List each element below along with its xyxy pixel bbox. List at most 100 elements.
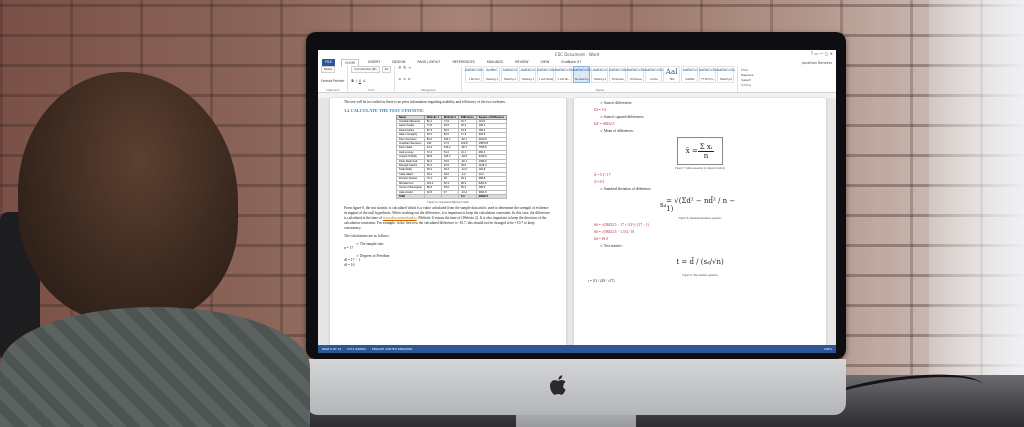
mean-numerator: Σ xᵢ: [697, 142, 715, 152]
style-sample: AaBbCcDc: [572, 68, 592, 72]
window-controls[interactable]: ? ▭ — ▢ ✕: [811, 51, 833, 56]
style-12[interactable]: AaBbCcI Subtitle: [681, 66, 699, 83]
style-sample: AaBbCcDc: [644, 68, 664, 72]
style-sample: AaBbCcI: [502, 68, 518, 72]
style-name: Heading 2: [503, 78, 517, 81]
style-11[interactable]: AaI Title: [663, 66, 681, 83]
page-right[interactable]: ➢ Sum of differences: Σd = 5.3 ➢ Sum of …: [574, 98, 826, 345]
underline-button[interactable]: U: [359, 79, 361, 83]
website-link[interactable]: www.discoverireland.ie: [383, 216, 417, 220]
sd-equation: sd = √(Σd² − nd̄² / n − 1): [660, 197, 736, 213]
style-name: Heading 3: [521, 78, 535, 81]
monitor-stand: [516, 415, 636, 427]
editing-label: Editing: [741, 83, 752, 87]
bullet-squared: ➢ Sum of squared differences:: [600, 115, 645, 119]
style-name: Emphasis: [630, 78, 642, 81]
style-6[interactable]: AaBbCcDc No Spacing: [572, 66, 592, 83]
replace-button[interactable]: Replace: [741, 73, 753, 77]
table-cell: 38432.5: [475, 193, 508, 200]
style-10[interactable]: AaBbCcDc Quote: [644, 66, 664, 83]
dbar-expression: d̄ = 5.3 / 17: [594, 173, 611, 177]
bullets-icon[interactable]: ☰: [398, 66, 401, 70]
monitor-chin: [306, 359, 846, 415]
language[interactable]: ENGLISH (UNITED KINGDOM): [372, 347, 413, 351]
tab-endnote[interactable]: EndNote X7: [558, 59, 584, 66]
tab-page-layout[interactable]: PAGE LAYOUT: [414, 59, 443, 66]
font-name-select[interactable]: Constantia (Bo: [351, 66, 380, 73]
word-count[interactable]: 2372 WORDS: [347, 347, 366, 351]
table-header-cell: Difference: [457, 115, 477, 120]
style-13[interactable]: AaBbCcDc TT Std Hy...: [698, 66, 718, 83]
align-center-icon[interactable]: ≡: [403, 77, 406, 81]
style-8[interactable]: AaBbCcDc Emphasis: [608, 66, 628, 83]
justify-icon[interactable]: ≡: [408, 77, 411, 81]
bullet-sq-text: Sum of squared differences:: [603, 115, 645, 119]
style-7[interactable]: AaBbCcI Heading 4: [591, 66, 609, 83]
style-name: No Spacing: [575, 78, 589, 81]
numbering-icon[interactable]: ☰: [403, 66, 406, 70]
bullet-sum: ➢ Sum of differences:: [600, 101, 633, 105]
format-painter-button[interactable]: Format Painter: [321, 79, 344, 83]
style-name: Emphasis: [612, 78, 624, 81]
align-left-icon[interactable]: ≡: [398, 77, 401, 81]
monitor-bezel: CSC Document - Word ? ▭ — ▢ ✕ FILE HOME …: [306, 32, 846, 359]
tab-design[interactable]: DESIGN: [389, 59, 408, 66]
indent-icon[interactable]: ⇥: [408, 66, 411, 70]
ribbon-tabs: FILE HOME INSERT DESIGN PAGE LAYOUT REFE…: [318, 58, 836, 67]
font-size-select[interactable]: 10: [381, 66, 392, 73]
page-count[interactable]: PAGE 6 OF 19: [322, 347, 341, 351]
tab-review[interactable]: REVIEW: [512, 59, 531, 66]
style-9[interactable]: AaBbCcDc Emphasis: [627, 66, 645, 83]
tab-mailings[interactable]: MAILINGS: [484, 59, 506, 66]
table-cell: [440, 193, 459, 200]
style-2[interactable]: AaBbCcI Heading 2: [501, 66, 519, 83]
style-1[interactable]: AaBbC Heading 1: [483, 66, 501, 83]
bold-button[interactable]: B: [351, 79, 353, 83]
sd-line-2: Sd = √(38432.5 − 1.53) / 16: [594, 230, 635, 234]
style-5[interactable]: AaBbCcDc 1 List Nu...: [555, 66, 573, 83]
table-cell: [423, 193, 442, 200]
mean-caption: Figure 7: Mean equation (x replaced with…: [675, 167, 725, 170]
user-name[interactable]: Jonathan Beneers: [802, 61, 832, 65]
tab-view[interactable]: VIEW: [538, 59, 553, 66]
sd-line-3: Sd = 49.0: [594, 237, 608, 241]
person-silhouette: [0, 72, 310, 427]
style-name: 1 List Nu...: [557, 78, 571, 81]
table-cell: James O'Donoghue: [396, 185, 425, 191]
bullet-t-text: Test statistic:: [603, 244, 623, 248]
style-sample: AaBbCcDc: [608, 68, 628, 72]
style-3[interactable]: AaBbCcI Heading 3: [519, 66, 537, 83]
style-sample: AaBbC: [485, 68, 498, 72]
page-left[interactable]: The test will be two tailed as there is …: [330, 98, 566, 345]
bullet-mean-text: Mean of differences:: [603, 129, 634, 133]
style-0[interactable]: AaBbCcDc 1 Normal: [465, 66, 483, 83]
mean-equation: x̄ = Σ xᵢ n: [677, 137, 723, 165]
italic-button[interactable]: I: [356, 79, 357, 83]
style-sample: AaBbCcI: [520, 68, 536, 72]
style-4[interactable]: AaBbCcDc 1 List Bullet: [537, 66, 555, 83]
table-cell: 5.3: [457, 193, 477, 200]
tab-insert[interactable]: INSERT: [365, 59, 383, 66]
person-shoulder: [0, 307, 310, 427]
font-label: Font: [368, 88, 375, 92]
calc-intro: The calculations are as follows:: [344, 234, 390, 239]
font-color-icon[interactable]: A: [363, 79, 365, 83]
style-14[interactable]: AaBbCcDc Heading 6: [717, 66, 735, 83]
style-name: Subtitle: [685, 78, 695, 81]
bullet1-text: The sample size:: [359, 242, 385, 247]
styles-label: Styles: [595, 88, 605, 92]
person-hair: [18, 72, 238, 322]
zoom-level[interactable]: 100%: [824, 347, 832, 351]
window-light: [929, 0, 1024, 427]
find-button[interactable]: Find: [741, 68, 753, 72]
paste-button[interactable]: Paste: [321, 66, 336, 73]
select-button[interactable]: Select: [741, 78, 753, 82]
styles-group: AaBbCcDc 1 Normal AaBbC Heading 1 AaBbCcI Hea…: [465, 66, 739, 92]
tab-references[interactable]: REFERENCES: [449, 59, 477, 66]
style-sample: AaBbCcDc: [698, 68, 718, 72]
t-equation: t = d̄ / (s d/√n): [676, 258, 724, 266]
font-group: Constantia (Bo 10 BIUA Font: [351, 66, 396, 92]
document-area: The test will be two tailed as there is …: [318, 98, 836, 345]
style-name: Heading 1: [485, 78, 499, 81]
tab-file[interactable]: FILE: [322, 59, 335, 66]
